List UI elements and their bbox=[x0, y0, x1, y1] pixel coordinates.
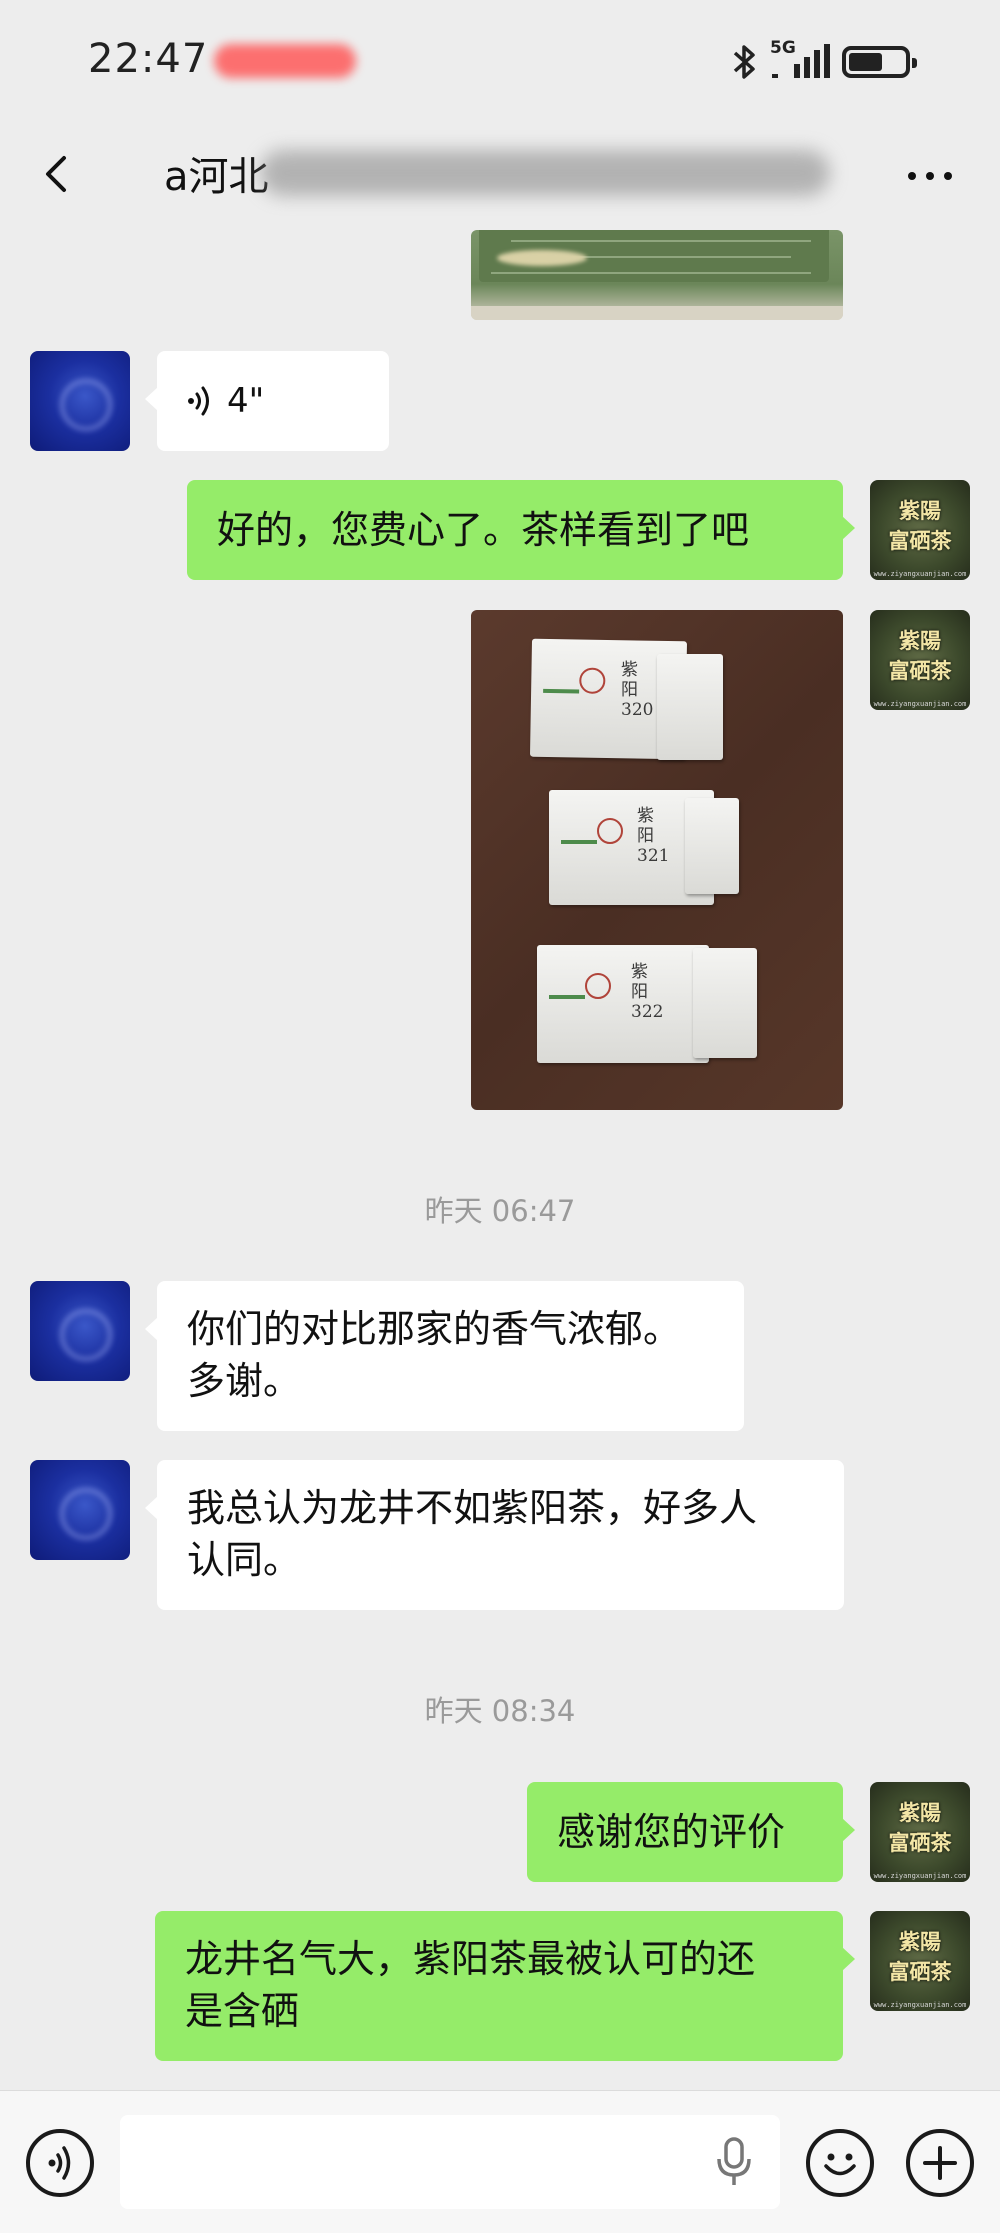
voice-duration: 4" bbox=[227, 381, 265, 421]
message-bubble[interactable]: 好的，您费心了。茶样看到了吧 bbox=[187, 480, 855, 580]
tea-leaf-dust bbox=[497, 250, 587, 266]
mic-icon[interactable] bbox=[712, 2135, 756, 2191]
avatar-brand-text: 紫陽 富硒茶 bbox=[888, 1929, 952, 1984]
chat-title[interactable]: a河北 bbox=[164, 144, 269, 202]
sachet-label: 紫阳321 bbox=[637, 806, 670, 866]
image-message-tray[interactable] bbox=[471, 230, 843, 320]
message-input[interactable] bbox=[120, 2115, 780, 2209]
avatar-url: www.ziyangxuanjian.com bbox=[873, 2001, 967, 2009]
signal-icon bbox=[772, 44, 830, 78]
more-dots-icon[interactable] bbox=[900, 160, 960, 190]
plus-icon[interactable] bbox=[906, 2129, 974, 2197]
message-bubble[interactable]: 你们的对比那家的香气浓郁。 多谢。 bbox=[145, 1281, 744, 1431]
avatar-brand-text: 紫陽 富硒茶 bbox=[888, 1800, 952, 1855]
avatar[interactable]: 紫陽 富硒茶 www.ziyangxuanjian.com bbox=[870, 480, 970, 580]
message-text: 好的，您费心了。茶样看到了吧 bbox=[217, 508, 750, 552]
avatar-url: www.ziyangxuanjian.com bbox=[873, 700, 967, 708]
tray-floor bbox=[471, 306, 843, 320]
emoji-icon[interactable] bbox=[806, 2129, 874, 2197]
avatar[interactable] bbox=[30, 1281, 130, 1381]
avatar[interactable] bbox=[30, 351, 130, 451]
sachet-label: 紫阳320 bbox=[621, 660, 654, 720]
message-text: 感谢您的评价 bbox=[557, 1810, 786, 1854]
timestamp: 昨天 06:47 bbox=[424, 1194, 576, 1228]
voice-waves-icon bbox=[188, 386, 209, 416]
voice-message-bubble[interactable]: 4" bbox=[145, 351, 389, 451]
avatar[interactable]: 紫陽 富硒茶 www.ziyangxuanjian.com bbox=[870, 1782, 970, 1882]
message-text: 龙井名气大，紫阳茶最被认可的还 bbox=[185, 1937, 756, 1981]
avatar-brand-text: 紫陽 富硒茶 bbox=[888, 498, 952, 553]
chat-title-blurred bbox=[260, 150, 830, 196]
avatar-url: www.ziyangxuanjian.com bbox=[873, 1872, 967, 1880]
image-message-tea-samples[interactable]: 紫阳320 紫阳321 紫阳322 bbox=[471, 610, 843, 1110]
avatar-brand-text: 紫陽 富硒茶 bbox=[888, 628, 952, 683]
message-bubble[interactable]: 感谢您的评价 bbox=[527, 1782, 855, 1882]
avatar[interactable]: 紫陽 富硒茶 www.ziyangxuanjian.com bbox=[870, 610, 970, 710]
battery-tip bbox=[912, 58, 917, 68]
avatar[interactable] bbox=[30, 1460, 130, 1560]
sachet-label: 紫阳322 bbox=[631, 962, 664, 1022]
avatar[interactable]: 紫陽 富硒茶 www.ziyangxuanjian.com bbox=[870, 1911, 970, 2011]
avatar-url: www.ziyangxuanjian.com bbox=[873, 570, 967, 578]
message-text: 我总认为龙井不如紫阳茶，好多人 bbox=[187, 1486, 758, 1530]
notification-icons-blurred bbox=[214, 44, 356, 78]
battery-level-fill bbox=[849, 53, 882, 71]
message-text: 多谢。 bbox=[187, 1359, 302, 1403]
chat-screen: 22:47 5G a河北 4" 好的，您费心了。茶样看到了吧 紫陽 富硒茶 ww… bbox=[0, 0, 1000, 2233]
message-bubble[interactable]: 龙井名气大，紫阳茶最被认可的还 是含硒 bbox=[155, 1911, 855, 2061]
message-text: 认同。 bbox=[187, 1538, 302, 1582]
status-bar: 22:47 5G bbox=[0, 0, 1000, 120]
chat-header: a河北 bbox=[0, 120, 1000, 230]
status-time: 22:47 bbox=[88, 36, 209, 82]
bluetooth-icon bbox=[733, 45, 755, 79]
message-bubble[interactable]: 我总认为龙井不如紫阳茶，好多人 认同。 bbox=[145, 1460, 844, 1610]
message-text: 是含硒 bbox=[185, 1989, 300, 2033]
input-bar bbox=[0, 2090, 1000, 2233]
timestamp: 昨天 08:34 bbox=[424, 1694, 576, 1728]
battery-icon bbox=[842, 46, 917, 78]
message-list[interactable]: 4" 好的，您费心了。茶样看到了吧 紫陽 富硒茶 www.ziyangxuanji… bbox=[0, 230, 1000, 2090]
message-text: 你们的对比那家的香气浓郁。 bbox=[187, 1307, 682, 1351]
chevron-left-icon[interactable] bbox=[28, 144, 88, 204]
voice-mode-icon[interactable] bbox=[26, 2129, 94, 2197]
